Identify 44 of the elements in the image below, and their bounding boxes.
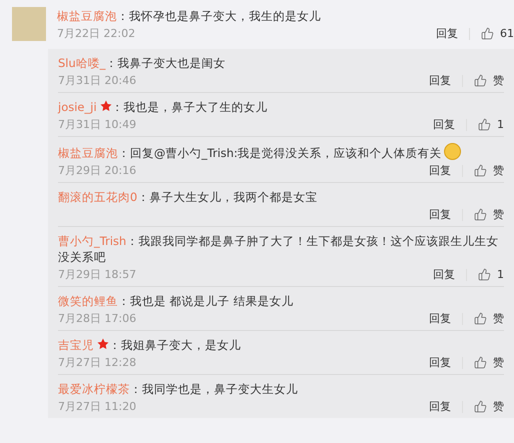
reply-time: 7月28日 17:06 — [58, 311, 136, 326]
reply-text: 微笑的鲤鱼：我也是 都说是儿子 结果是女儿 — [58, 294, 294, 308]
reply-time: 7月29日 18:57 — [58, 267, 136, 282]
thumbs-up-icon[interactable] — [478, 118, 491, 131]
like-link[interactable]: 赞 — [493, 355, 504, 370]
like-link[interactable]: 赞 — [493, 399, 504, 414]
like-link[interactable]: 赞 — [493, 73, 504, 88]
thumbs-up-icon[interactable] — [474, 356, 487, 369]
reply-link[interactable]: 回复 — [429, 311, 451, 326]
reply-text: 曹小勺_Trish：我跟我同学都是鼻子肿了大了！生下都是女孩！这个应该跟生儿生女没关系吧 — [58, 234, 498, 264]
thumbs-up-icon[interactable] — [474, 74, 487, 87]
reply-time: 7月27日 12:28 — [58, 355, 136, 370]
thumbs-up-icon[interactable] — [474, 208, 487, 221]
like-link[interactable]: 61 — [500, 26, 514, 41]
reply-link[interactable]: 回复 — [429, 399, 451, 414]
like-link[interactable]: 1 — [497, 267, 504, 282]
comment-text: 椒盐豆腐泡：我怀孕也是鼻子变大，我生的是女儿 — [57, 8, 322, 24]
thumbs-up-icon[interactable] — [474, 164, 487, 177]
reply-link[interactable]: 回复 — [429, 355, 451, 370]
reply-text: Slu哈喽_：我鼻子变大也是闺女 — [58, 56, 226, 70]
reply-link[interactable]: 回复 — [436, 26, 458, 41]
like-link[interactable]: 1 — [497, 117, 504, 132]
thumbs-up-icon[interactable] — [481, 27, 494, 40]
reply-link[interactable]: 回复 — [433, 267, 455, 282]
reply-time: 7月27日 11:20 — [58, 399, 136, 414]
thumbs-up-icon[interactable] — [478, 268, 491, 281]
reply-text: 翻滚的五花肉0：鼻子大生女儿，我两个都是女宝 — [58, 190, 318, 204]
thumbs-up-icon[interactable] — [474, 312, 487, 325]
like-link[interactable]: 赞 — [493, 311, 504, 326]
reply-text: josie_ji ：我也是，鼻子大了生的女儿 — [58, 100, 268, 114]
like-link[interactable]: 赞 — [493, 163, 504, 178]
reply-text: 吉宝児 ：我姐鼻子变大，是女儿 — [58, 338, 241, 352]
reply-link[interactable]: 回复 — [429, 207, 451, 222]
like-link[interactable]: 赞 — [493, 207, 504, 222]
reply-link[interactable]: 回复 — [429, 163, 451, 178]
reply-link[interactable]: 回复 — [433, 117, 455, 132]
reply-time: 7月31日 10:49 — [58, 117, 136, 132]
comment-time: 7月22日 22:02 — [57, 26, 136, 41]
reply-time: 7月29日 20:16 — [58, 163, 136, 178]
reply-link[interactable]: 回复 — [429, 73, 451, 88]
reply-text: 最爱冰柠檬茶：我同学也是，鼻子变大生女儿 — [58, 382, 298, 396]
reply-time: 7月31日 20:46 — [58, 73, 136, 88]
reply-text: 椒盐豆腐泡：回复@曹小勺_Trish:我是觉得没关系，应该和个人体质有关 — [58, 146, 442, 160]
thumbs-up-icon[interactable] — [474, 400, 487, 413]
